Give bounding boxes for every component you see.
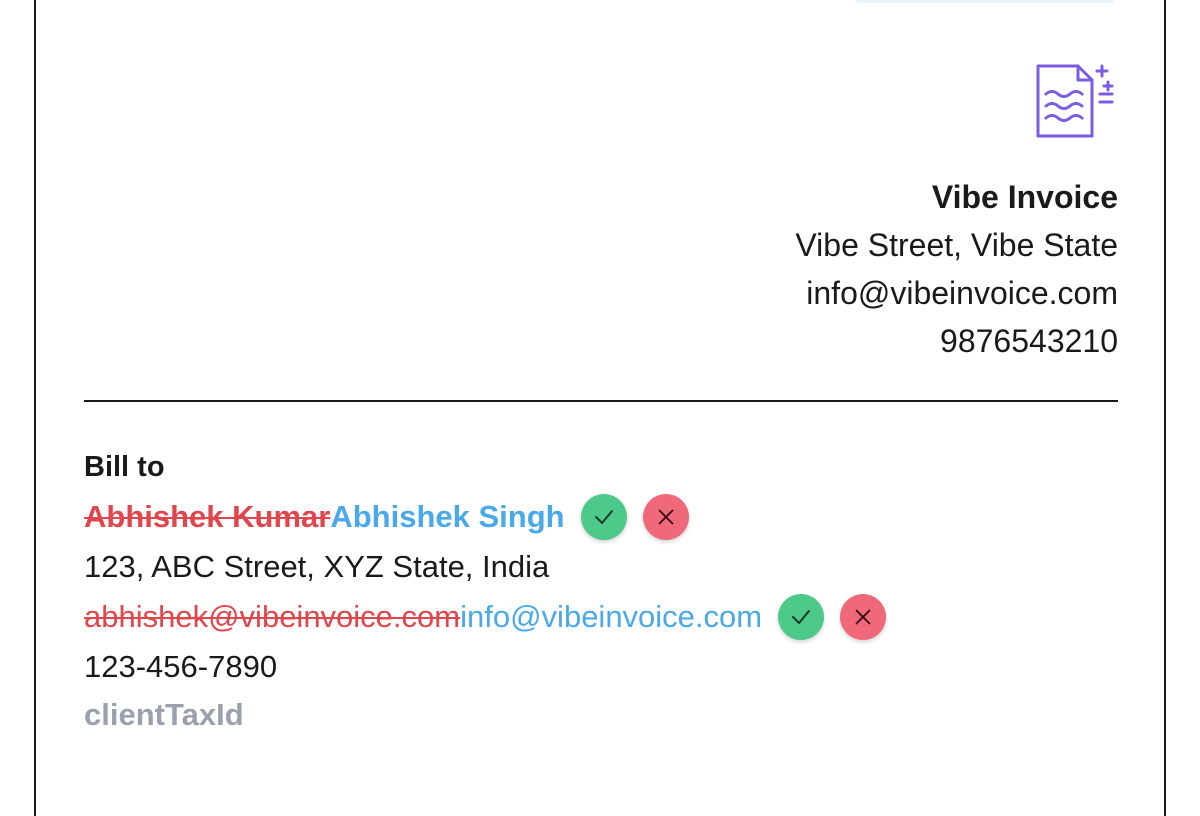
company-address: Vibe Street, Vibe State [795, 227, 1118, 263]
close-icon [658, 509, 673, 525]
client-phone-row: 123-456-7890 [84, 642, 886, 692]
accept-email-change-button[interactable] [778, 594, 825, 640]
reject-name-change-button[interactable] [642, 494, 689, 540]
check-icon [594, 510, 613, 524]
client-email-row: abhishek@vibeinvoice.com info@vibeinvoice… [84, 592, 887, 642]
document-sparkle-icon [1030, 62, 1118, 142]
client-phone: 123-456-7890 [84, 649, 278, 684]
client-address: 123, ABC Street, XYZ State, India [84, 549, 550, 584]
company-email: info@vibeinvoice.com [806, 275, 1118, 311]
client-tax-id-placeholder[interactable]: clientTaxId [84, 697, 244, 733]
company-info: Vibe Invoice Vibe Street, Vibe State inf… [795, 62, 1118, 365]
client-name-old: Abhishek Kumar [84, 499, 331, 534]
close-icon [855, 609, 871, 625]
client-tax-id-row: clientTaxId [84, 692, 886, 738]
client-name-new: Abhishek Singh [330, 499, 565, 534]
client-address-row: 123, ABC Street, XYZ State, India [84, 542, 886, 592]
client-email-new: info@vibeinvoice.com [460, 599, 763, 634]
top-strip [856, 0, 1114, 3]
company-phone: 9876543210 [940, 323, 1118, 359]
bill-to-title: Bill to [84, 451, 165, 483]
bill-to-section: Bill to Abhishek Kumar Abhishek Singh 123… [84, 446, 887, 738]
client-email-old: abhishek@vibeinvoice.com [84, 599, 461, 634]
check-icon [792, 610, 811, 624]
accept-name-change-button[interactable] [580, 494, 627, 540]
reject-email-change-button[interactable] [840, 594, 887, 640]
company-name: Vibe Invoice [931, 179, 1118, 215]
section-divider [84, 400, 1118, 402]
client-name-row: Abhishek Kumar Abhishek Singh [84, 492, 886, 542]
